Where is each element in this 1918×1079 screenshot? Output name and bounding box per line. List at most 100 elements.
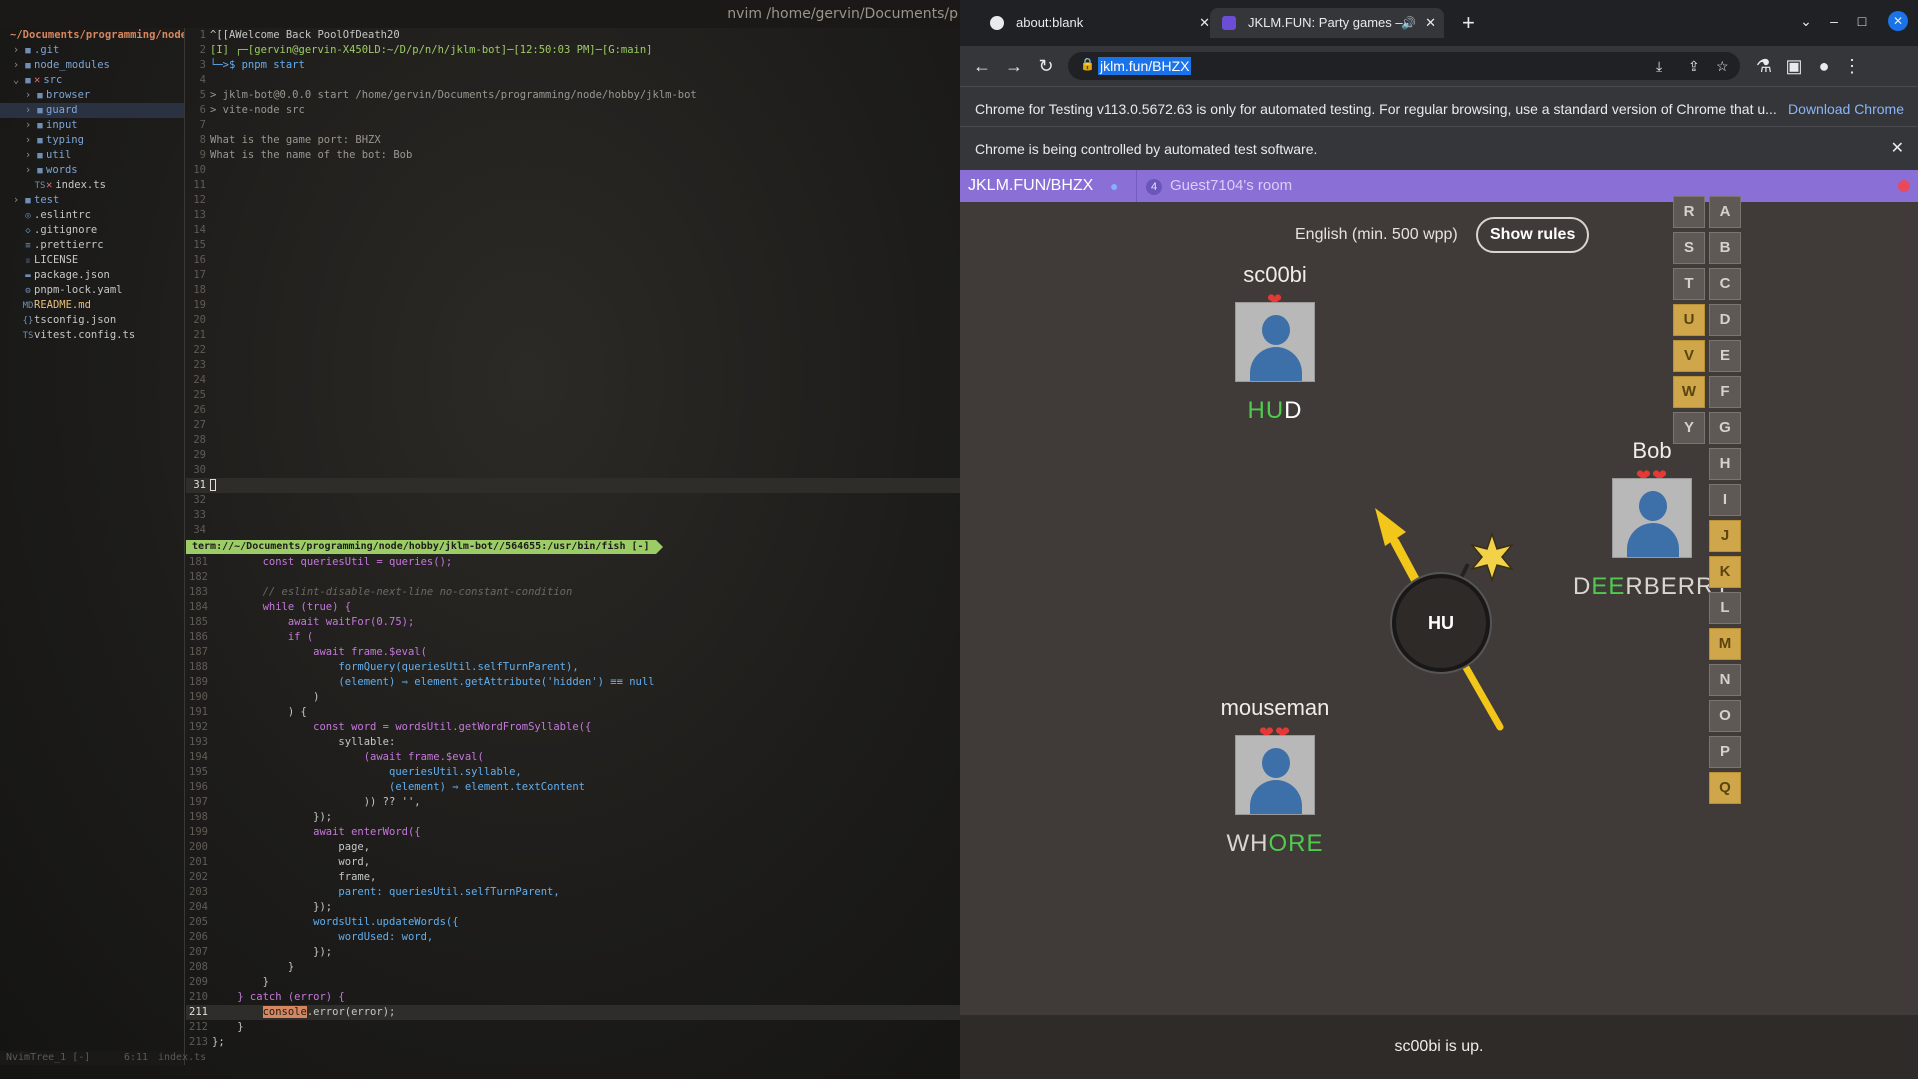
file-tree-item[interactable]: › ■ typing (0, 133, 184, 148)
line-number: 34 (193, 524, 206, 536)
code-line: 207 }); (186, 945, 960, 960)
code-text: } (212, 1021, 244, 1033)
file-tree-label: src (43, 74, 63, 86)
close-window-button[interactable]: ✕ (1888, 11, 1908, 31)
file-tree-label: .prettierrc (34, 239, 104, 251)
file-tree-item[interactable]: › ■ util (0, 148, 184, 163)
file-tree-item[interactable]: ◇ .gitignore (0, 223, 184, 238)
file-tree-item[interactable]: ◎ .eslintrc (0, 208, 184, 223)
line-number: 205 (189, 916, 208, 928)
forward-icon[interactable]: → (1002, 54, 1026, 78)
terminal-line: 31 (186, 478, 960, 493)
install-app-icon[interactable]: ⤓ (1656, 56, 1662, 76)
tab-search-icon[interactable]: ⌄ (1795, 10, 1817, 32)
code-text: ) (212, 691, 320, 703)
line-number: 6 (199, 104, 206, 116)
lock-icon[interactable]: 🔒 (1080, 57, 1095, 71)
file-icon: {} (22, 316, 34, 326)
line-number: 19 (193, 299, 206, 311)
file-tree-label: util (46, 149, 72, 161)
chevron-icon: › (24, 89, 32, 101)
avatar (1235, 302, 1315, 382)
flask-icon[interactable]: ⚗ (1752, 54, 1776, 78)
close-infobar-icon[interactable]: ✕ (1891, 127, 1904, 170)
line-number: 184 (189, 601, 208, 613)
back-icon[interactable]: ← (970, 54, 994, 78)
url-text[interactable]: jklm.fun/BHZX (1098, 57, 1192, 75)
terminal-line: 3 └─>$ pnpm start (186, 58, 960, 73)
player-word: HUD (1247, 397, 1303, 424)
line-number: 186 (189, 631, 208, 643)
file-tree-label: guard (46, 104, 78, 116)
code-text: (await frame.$eval( (212, 751, 484, 763)
terminal-line: 20 (186, 313, 960, 328)
terminal-line: 9 What is the name of the bot: Bob (186, 148, 960, 163)
file-tree-label: test (34, 194, 60, 206)
line-number: 204 (189, 901, 208, 913)
file-tree-item[interactable]: ⚙ pnpm-lock.yaml (0, 283, 184, 298)
file-tree-label: node_modules (34, 59, 110, 71)
file-tree-label: README.md (34, 299, 91, 311)
side-panel-icon[interactable]: ▣ (1782, 54, 1806, 78)
line-number: 193 (189, 736, 208, 748)
terminal-pane[interactable]: 1 ^[[AWelcome Back PoolOfDeath20 2 [I] ┌─[g… (186, 28, 960, 538)
profile-icon[interactable]: ● (1812, 54, 1836, 78)
tab-jklm[interactable]: JKLM.FUN: Party games – 🔊 ✕ (1210, 8, 1444, 38)
close-tab-icon[interactable]: ✕ (1199, 8, 1210, 38)
file-tree-item[interactable]: MDREADME.md (0, 298, 184, 313)
new-tab-button[interactable]: + (1462, 10, 1475, 36)
file-tree-item[interactable]: TSvitest.config.ts (0, 328, 184, 343)
close-tab-icon[interactable]: ✕ (1425, 8, 1436, 38)
file-tree-item[interactable]: › ■ input (0, 118, 184, 133)
file-tree-item[interactable]: › ■ guard (0, 103, 184, 118)
line-number: 9 (199, 149, 206, 161)
bookmark-star-icon[interactable]: ☆ (1716, 56, 1729, 76)
line-number: 13 (193, 209, 206, 221)
code-text: wordUsed: word, (212, 931, 434, 943)
file-tree-root[interactable]: ~/Documents/programming/node (0, 28, 184, 43)
share-icon[interactable]: ⇪ (1688, 56, 1700, 76)
file-tree-item[interactable]: › ■ .git (0, 43, 184, 58)
terminal-line: 4 (186, 73, 960, 88)
file-tree-item[interactable]: › ■ words (0, 163, 184, 178)
folder-icon: ■ (25, 61, 31, 71)
code-text: word, (212, 856, 371, 868)
vertical-split[interactable] (184, 28, 185, 1065)
player-name: mouseman (1220, 695, 1330, 720)
letter-tile: L (1709, 592, 1741, 624)
code-line: 208 } (186, 960, 960, 975)
chevron-icon: › (24, 164, 32, 176)
line-number: 190 (189, 691, 208, 703)
letter-tile: U (1673, 304, 1705, 336)
letter-tile: Q (1709, 772, 1741, 804)
line-number: 187 (189, 646, 208, 658)
tab-about-blank[interactable]: about:blank ✕ (978, 8, 1218, 38)
settings-dot-icon[interactable] (1898, 180, 1910, 192)
file-tree-item[interactable]: ≡ .prettierrc (0, 238, 184, 253)
terminal-line: 5 > jklm-bot@0.0.0 start /home/gervin/Doc… (186, 88, 960, 103)
room-code-link[interactable]: JKLM.FUN/BHZX (968, 170, 1093, 202)
file-tree-item[interactable]: {}tsconfig.json (0, 313, 184, 328)
maximize-button[interactable]: □ (1851, 10, 1873, 32)
code-editor-pane[interactable]: 181 const queriesUtil = queries(); 182 183… (186, 555, 960, 1051)
file-tree-item[interactable]: TS✕ index.ts (0, 178, 184, 193)
tab-strip: about:blank ✕ JKLM.FUN: Party games – 🔊 … (960, 0, 1918, 46)
file-tree-item[interactable]: › ■ node_modules (0, 58, 184, 73)
file-tree-item[interactable]: ♕ LICENSE (0, 253, 184, 268)
file-tree-item[interactable]: › ■ test (0, 193, 184, 208)
minimize-button[interactable]: – (1823, 10, 1845, 32)
menu-icon[interactable]: ⋮ (1840, 54, 1864, 78)
line-number: 23 (193, 359, 206, 371)
file-tree-item[interactable]: › ■ browser (0, 88, 184, 103)
address-bar[interactable]: 🔒 jklm.fun/BHZX ⤓ ⇪ ☆ (1068, 52, 1740, 80)
audio-playing-icon[interactable]: 🔊 (1401, 8, 1416, 38)
line-number: 33 (193, 509, 206, 521)
download-chrome-link[interactable]: Download Chrome (1784, 87, 1904, 130)
file-tree-item[interactable]: ▬ package.json (0, 268, 184, 283)
reload-icon[interactable]: ↻ (1034, 54, 1058, 78)
folder-icon: ■ (37, 106, 43, 116)
terminal-line: 30 (186, 463, 960, 478)
avatar (1235, 735, 1315, 815)
nvim-window: nvim /home/gervin/Documents/p ~/Document… (0, 0, 960, 1079)
file-tree-item[interactable]: ⌄ ■ ✕ src (0, 73, 184, 88)
